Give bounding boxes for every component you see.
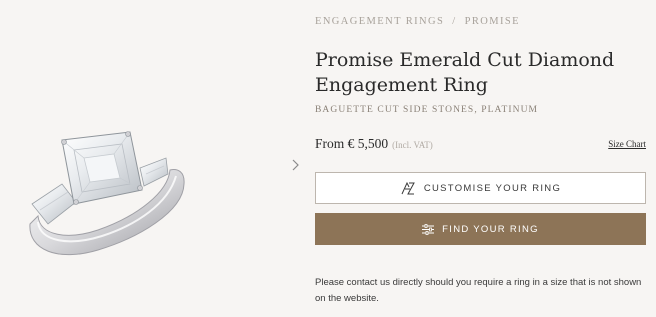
- size-contact-note: Please contact us directly should you re…: [315, 276, 642, 304]
- breadcrumb-promise[interactable]: PROMISE: [465, 16, 520, 27]
- customise-ring-label: CUSTOMISE YOUR RING: [423, 182, 562, 194]
- breadcrumb: ENGAGEMENT RINGS / PROMISE: [315, 16, 520, 27]
- size-chart-link[interactable]: Size Chart: [608, 139, 646, 149]
- product-title: Promise Emerald Cut Diamond Engagement R…: [315, 49, 615, 96]
- breadcrumb-separator: /: [452, 16, 457, 27]
- price-row: From € 5,500 (Incl. VAT) Size Chart: [315, 136, 646, 154]
- product-image-panel: [0, 0, 300, 317]
- chevron-right-icon: [292, 159, 299, 171]
- find-ring-button[interactable]: FIND YOUR RING: [315, 213, 646, 245]
- sliders-icon: [422, 223, 435, 235]
- ring-image: [29, 131, 185, 256]
- product-subtitle: BAGUETTE CUT SIDE STONES, PLATINUM: [315, 105, 539, 115]
- gallery-next-button[interactable]: [287, 154, 305, 176]
- monogram-icon: [400, 181, 416, 195]
- breadcrumb-engagement-rings[interactable]: ENGAGEMENT RINGS: [315, 16, 444, 27]
- price-value: From € 5,500: [315, 136, 389, 151]
- find-ring-label: FIND YOUR RING: [442, 223, 539, 235]
- price: From € 5,500 (Incl. VAT): [315, 136, 433, 152]
- vat-note: (Incl. VAT): [392, 140, 433, 150]
- customise-ring-button[interactable]: CUSTOMISE YOUR RING: [315, 172, 646, 204]
